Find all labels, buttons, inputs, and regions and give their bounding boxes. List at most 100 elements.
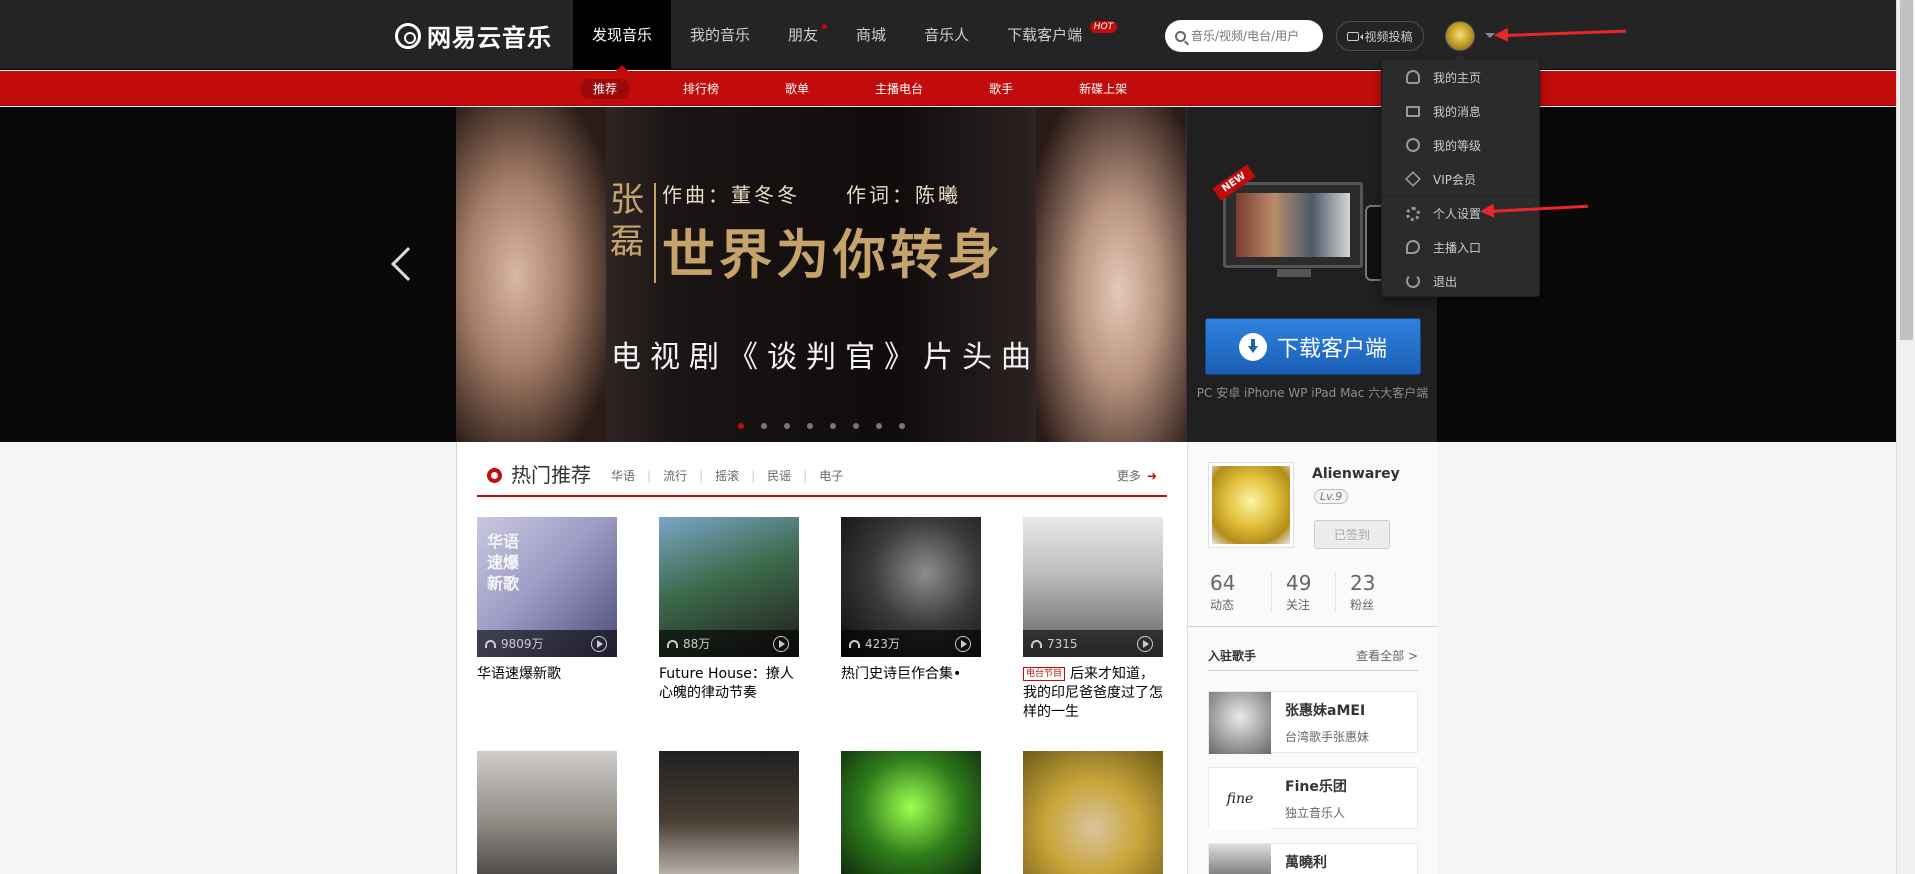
- download-client-button[interactable]: 下载客户端: [1205, 318, 1421, 375]
- tag-electronic[interactable]: 电子: [819, 462, 843, 490]
- playlist-cover[interactable]: 华语 速爆 新歌 9809万: [477, 517, 617, 657]
- banner-dot[interactable]: [876, 423, 882, 429]
- nav-mall[interactable]: 商城: [837, 0, 905, 70]
- artist-item[interactable]: 萬曉利: [1208, 843, 1418, 874]
- tag-folk[interactable]: 民谣: [767, 462, 791, 490]
- menu-my-homepage[interactable]: 我的主页: [1382, 60, 1539, 94]
- settled-artists: 入驻歌手 查看全部 > 张惠妹aMEI 台湾歌手张惠妹 fine Fine乐团 独立音乐…: [1208, 647, 1418, 874]
- playlist-name[interactable]: 电台节目 后来才知道，我的印尼爸爸度过了怎样的一生: [1023, 665, 1163, 722]
- search-box[interactable]: [1165, 20, 1323, 52]
- download-button-label: 下载客户端: [1276, 336, 1387, 362]
- menu-label: 我的消息: [1433, 104, 1482, 119]
- playlist-card[interactable]: [1023, 751, 1163, 874]
- playlist-cover[interactable]: 88万: [659, 517, 799, 657]
- section-title[interactable]: 热门推荐: [511, 462, 591, 488]
- tag-separator: |: [751, 469, 756, 483]
- headphones-icon: [1031, 639, 1042, 648]
- logo-icon: [395, 22, 421, 49]
- subnav-radio[interactable]: 主播电台: [862, 71, 936, 106]
- profile-name[interactable]: Alienwarey: [1312, 466, 1400, 482]
- playlist-name[interactable]: 热门史诗巨作合集•: [841, 665, 981, 684]
- nav-download[interactable]: 下载客户端 HOT: [988, 0, 1118, 70]
- stat-followers[interactable]: 23 粉丝: [1336, 572, 1400, 613]
- playlist-card[interactable]: 华语 速爆 新歌 9809万 华语速爆新歌: [477, 517, 617, 684]
- level-badge[interactable]: Lv.9: [1314, 489, 1349, 504]
- playlist-cover[interactable]: 423万: [841, 517, 981, 657]
- banner-dot[interactable]: [899, 423, 905, 429]
- playlist-name[interactable]: 华语速爆新歌: [477, 665, 617, 684]
- search-input[interactable]: [1191, 29, 1311, 43]
- play-icon[interactable]: [773, 636, 789, 652]
- playlist-cover[interactable]: [477, 751, 617, 874]
- artist-photo: [1209, 692, 1271, 754]
- menu-logout[interactable]: 退出: [1382, 264, 1539, 298]
- playlist-card[interactable]: [659, 751, 799, 874]
- subnav-playlists[interactable]: 歌单: [772, 71, 822, 106]
- nav-my-music[interactable]: 我的音乐: [671, 0, 769, 70]
- nav-label: 我的音乐: [690, 26, 751, 44]
- playlist-cover[interactable]: [659, 751, 799, 874]
- banner-song: 世界为你转身: [662, 224, 1004, 286]
- playlist-card[interactable]: 88万 Future House：撩人心魄的律动节奏: [659, 517, 799, 703]
- banner-dot[interactable]: [738, 423, 744, 429]
- playlist-cover[interactable]: [841, 751, 981, 874]
- menu-vip[interactable]: VIP会员: [1382, 162, 1539, 196]
- menu-host-entry[interactable]: 主播入口: [1382, 230, 1539, 264]
- vertical-scrollbar[interactable]: [1896, 0, 1915, 874]
- cover-footer: 7315: [1023, 630, 1163, 657]
- more-link[interactable]: 更多 ➜: [1117, 467, 1157, 484]
- scrollbar-thumb[interactable]: [1900, 0, 1913, 340]
- play-icon[interactable]: [591, 636, 607, 652]
- banner-credits: 作曲：董冬冬 作词：陈曦: [662, 183, 961, 207]
- notification-dot: [822, 24, 828, 29]
- playlist-cover[interactable]: 7315: [1023, 517, 1163, 657]
- subnav-charts[interactable]: 排行榜: [670, 71, 732, 106]
- banner-dot[interactable]: [853, 423, 859, 429]
- playlist-card[interactable]: 7315 电台节目 后来才知道，我的印尼爸爸度过了怎样的一生: [1023, 517, 1163, 722]
- banner-dot[interactable]: [830, 423, 836, 429]
- tag-pop[interactable]: 流行: [663, 462, 687, 490]
- video-upload-button[interactable]: 视频投稿: [1336, 21, 1424, 51]
- user-avatar[interactable]: [1445, 21, 1475, 51]
- playlist-card[interactable]: 423万 热门史诗巨作合集•: [841, 517, 981, 684]
- menu-my-level[interactable]: 我的等级: [1382, 128, 1539, 162]
- banner-image[interactable]: 张磊 作曲：董冬冬 作词：陈曦 世界为你转身 电视剧《谈判官》片头曲: [456, 107, 1186, 442]
- stat-label: 关注: [1286, 598, 1311, 612]
- stat-events[interactable]: 64 动态: [1208, 572, 1272, 613]
- play-icon[interactable]: [1137, 636, 1153, 652]
- subnav-artists[interactable]: 歌手: [976, 71, 1026, 106]
- banner-dot[interactable]: [761, 423, 767, 429]
- tag-chinese[interactable]: 华语: [611, 462, 635, 490]
- power-icon: [1406, 274, 1420, 288]
- menu-personal-settings[interactable]: 个人设置: [1382, 196, 1539, 230]
- chevron-left-icon[interactable]: [391, 247, 425, 281]
- menu-my-messages[interactable]: 我的消息: [1382, 94, 1539, 128]
- diamond-icon: [1405, 171, 1421, 187]
- playlist-cover[interactable]: [1023, 751, 1163, 874]
- stat-following[interactable]: 49 关注: [1272, 572, 1336, 613]
- signed-in-button[interactable]: 已签到: [1314, 520, 1390, 549]
- mail-icon: [1406, 105, 1420, 117]
- banner-dot[interactable]: [807, 423, 813, 429]
- profile-avatar[interactable]: [1208, 462, 1294, 548]
- play-icon[interactable]: [955, 636, 971, 652]
- user-icon: [1406, 70, 1420, 84]
- right-sidebar: Alienwarey Lv.9 已签到 64 动态 49 关注 23 粉丝 入驻歌手 查…: [1187, 442, 1438, 874]
- subnav-recommend[interactable]: 推荐: [580, 71, 631, 106]
- playlist-card[interactable]: [841, 751, 981, 874]
- subnav-new-albums[interactable]: 新碟上架: [1066, 71, 1140, 106]
- tag-rock[interactable]: 摇滚: [715, 462, 739, 490]
- artist-item[interactable]: fine Fine乐团 独立音乐人: [1208, 767, 1418, 830]
- nav-friends[interactable]: 朋友: [769, 0, 837, 70]
- nav-musician[interactable]: 音乐人: [905, 0, 988, 70]
- banner-dot[interactable]: [784, 423, 790, 429]
- playlist-name[interactable]: Future House：撩人心魄的律动节奏: [659, 665, 799, 703]
- nav-discover[interactable]: 发现音乐: [573, 0, 672, 71]
- view-all-link[interactable]: 查看全部 >: [1356, 647, 1418, 664]
- menu-label: 我的等级: [1433, 138, 1482, 153]
- playlist-card[interactable]: [477, 751, 617, 874]
- artist-item[interactable]: 张惠妹aMEI 台湾歌手张惠妹: [1208, 691, 1418, 754]
- nav-label: 下载客户端: [1007, 26, 1083, 44]
- logo[interactable]: 网易云音乐: [395, 18, 552, 53]
- section-ring-icon: [487, 468, 502, 483]
